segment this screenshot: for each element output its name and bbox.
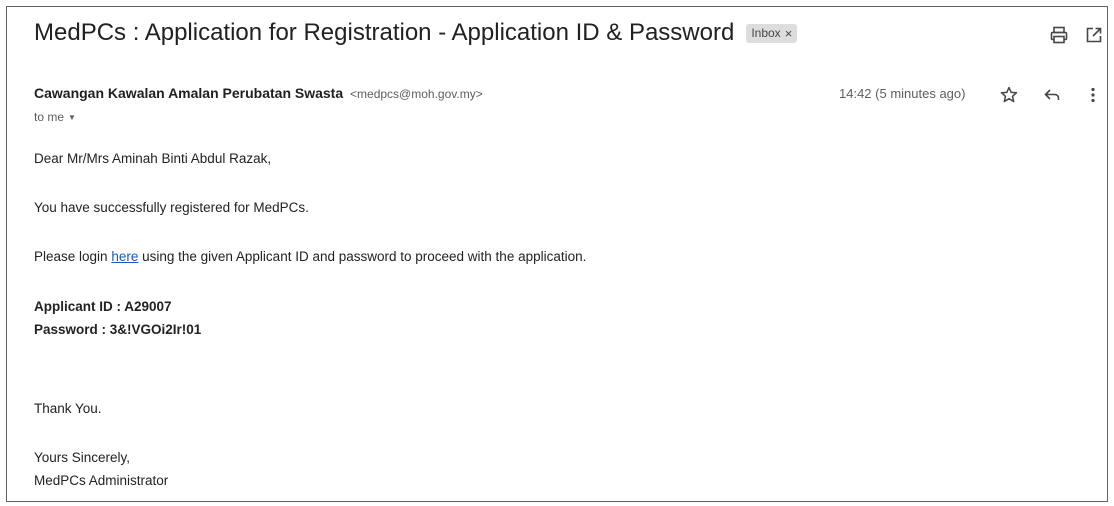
thank-you-text: Thank You. [34, 401, 102, 416]
login-here-link[interactable]: here [111, 249, 138, 264]
star-icon[interactable] [997, 83, 1021, 107]
recipient-text: to me [34, 110, 65, 124]
email-view: MedPCs : Application for Registration - … [6, 6, 1108, 502]
applicant-id: Applicant ID : A29007 [34, 299, 172, 314]
login-prefix: Please login [34, 249, 112, 264]
inbox-label-text: Inbox [751, 26, 781, 40]
more-vertical-icon[interactable] [1081, 83, 1105, 107]
inbox-label-badge[interactable]: Inbox × [746, 23, 798, 43]
subject-row: MedPCs : Application for Registration - … [7, 7, 1107, 59]
sender-name[interactable]: Cawangan Kawalan Amalan Perubatan Swasta [34, 85, 343, 101]
chevron-down-icon[interactable]: ▼ [68, 113, 76, 122]
closing-text: Yours Sincerely, [34, 450, 131, 465]
sender-email: <medpcs@moh.gov.my> [350, 87, 483, 101]
recipient-details-toggle[interactable]: to me ▼ [34, 110, 76, 124]
greeting-text: Dear Mr/Mrs Aminah Binti Abdul Razak, [34, 151, 272, 166]
signature-text: MedPCs Administrator [34, 473, 169, 488]
login-instruction: Please login here using the given Applic… [34, 248, 586, 266]
remove-label-button[interactable]: × [785, 26, 793, 41]
reply-icon[interactable] [1040, 83, 1064, 107]
login-suffix: using the given Applicant ID and passwor… [138, 249, 587, 264]
password-text: Password : 3&!VGOi2Ir!01 [34, 322, 202, 337]
email-timestamp: 14:42 (5 minutes ago) [839, 86, 966, 101]
sender-row: Cawangan Kawalan Amalan Perubatan Swasta… [34, 85, 483, 101]
registration-confirmation-text: You have successfully registered for Med… [34, 200, 309, 215]
email-subject: MedPCs : Application for Registration - … [34, 19, 735, 46]
open-in-new-window-icon[interactable] [1082, 23, 1106, 47]
print-icon[interactable] [1047, 23, 1071, 47]
